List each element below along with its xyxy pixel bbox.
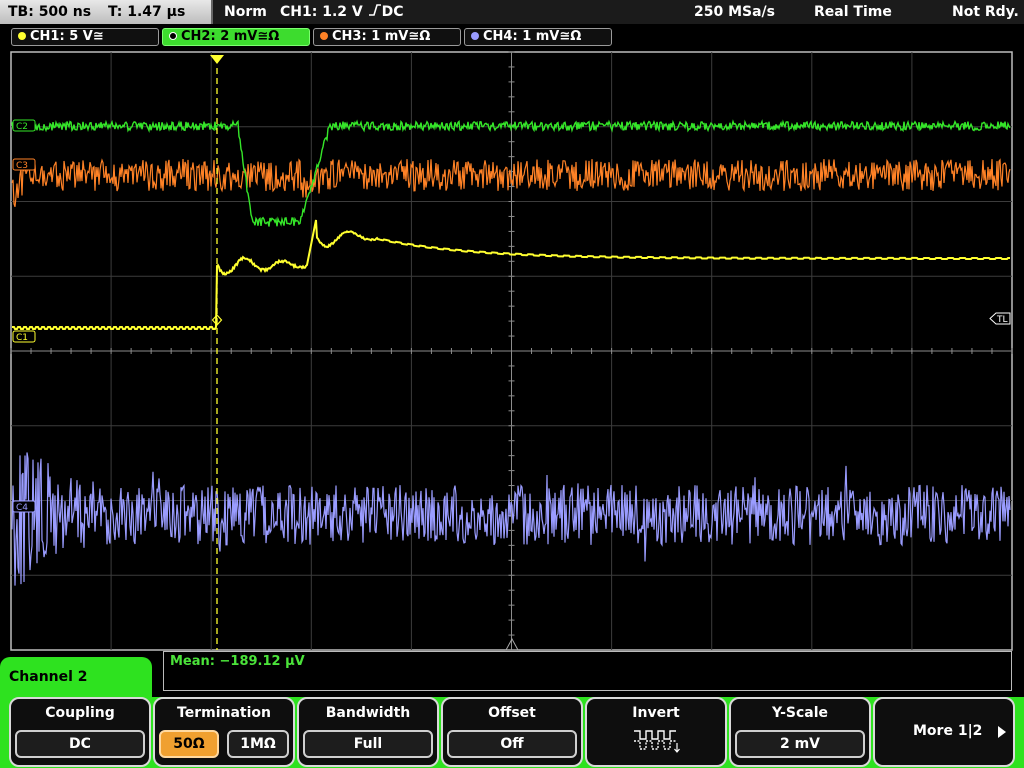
more-label: More 1|2	[913, 723, 983, 739]
ch2-suffix: ≅Ω	[257, 29, 280, 44]
trigger-level-marker[interactable]: TL	[996, 315, 1008, 325]
offset-value[interactable]: Off	[447, 730, 577, 758]
yscale-value[interactable]: 2 mV	[735, 730, 865, 758]
arrow-right-icon	[998, 726, 1006, 738]
trigger-coupling: DC	[381, 4, 404, 20]
timebase-box[interactable]: TB: 500 ns T: 1.47 µs	[0, 0, 213, 24]
invert-icon	[587, 725, 725, 759]
measurement-mean: Mean: −189.12 µV	[170, 654, 305, 669]
ch3-offset-marker[interactable]: C3	[16, 161, 28, 171]
sample-rate: 250 MSa/s	[694, 4, 776, 20]
ch4-offset-marker[interactable]: C4	[16, 503, 28, 513]
more-softkey[interactable]: More 1|2	[873, 697, 1015, 767]
channel-tab-ch2[interactable]: CH2: 2 mV≅Ω	[162, 28, 310, 46]
ch3-suffix: ≅Ω	[408, 29, 431, 44]
offset-softkey[interactable]: Offset Off	[441, 697, 583, 767]
channel-tab-ch4[interactable]: CH4: 1 mV≅Ω	[464, 28, 612, 46]
acquisition-state: Not Rdy.	[952, 4, 1019, 20]
ch1-dot-icon	[18, 32, 26, 40]
yscale-softkey[interactable]: Y-Scale 2 mV	[729, 697, 871, 767]
coupling-value[interactable]: DC	[15, 730, 145, 758]
channel-tab-ch1[interactable]: CH1: 5 V≅	[11, 28, 159, 46]
ch4-label: CH4: 1 mV	[483, 29, 560, 44]
bandwidth-title: Bandwidth	[325, 705, 411, 721]
ch1-suffix: ≅	[92, 29, 104, 44]
ch2-dot-icon	[169, 32, 177, 40]
termination-title: Termination	[177, 705, 271, 721]
termination-softkey[interactable]: Termination 50Ω 1MΩ	[153, 697, 295, 767]
status-bar: TB: 500 ns T: 1.47 µs Norm CH1: 1.2 V DC…	[0, 0, 1024, 24]
ch1-offset-marker[interactable]: C1	[16, 333, 28, 343]
invert-title: Invert	[632, 705, 680, 721]
bandwidth-softkey[interactable]: Bandwidth Full	[297, 697, 439, 767]
offset-title: Offset	[488, 705, 536, 721]
channel-tab-ch3[interactable]: CH3: 1 mV≅Ω	[313, 28, 461, 46]
trigger-source[interactable]: CH1: 1.2 V DC	[280, 0, 404, 24]
ch4-dot-icon	[471, 32, 479, 40]
trigger-source-label: CH1: 1.2 V	[280, 4, 363, 20]
invert-softkey[interactable]: Invert	[585, 697, 727, 767]
yscale-title: Y-Scale	[771, 705, 828, 721]
ch3-label: CH3: 1 mV	[332, 29, 409, 44]
trigger-time-value: T: 1.47 µs	[107, 4, 186, 20]
timebase-value: TB: 500 ns	[8, 4, 92, 20]
ch2-label: CH2: 2 mV	[181, 29, 258, 44]
rising-edge-icon	[368, 4, 381, 16]
measurement-panel[interactable]: Mean: −189.12 µV	[163, 651, 1012, 691]
ch1-label: CH1: 5 V	[30, 29, 93, 44]
ch4-suffix: ≅Ω	[559, 29, 582, 44]
coupling-softkey[interactable]: Coupling DC	[9, 697, 151, 767]
trigger-mode[interactable]: Norm	[224, 0, 267, 24]
menu-title-tab[interactable]: Channel 2	[0, 657, 152, 697]
termination-1mohm-option[interactable]: 1MΩ	[227, 730, 289, 758]
termination-50ohm-option[interactable]: 50Ω	[159, 730, 219, 758]
bandwidth-value[interactable]: Full	[303, 730, 433, 758]
acquisition-mode: Real Time	[814, 4, 892, 20]
ch2-offset-marker[interactable]: C2	[16, 122, 28, 132]
coupling-title: Coupling	[45, 705, 115, 721]
ch3-dot-icon	[320, 32, 328, 40]
